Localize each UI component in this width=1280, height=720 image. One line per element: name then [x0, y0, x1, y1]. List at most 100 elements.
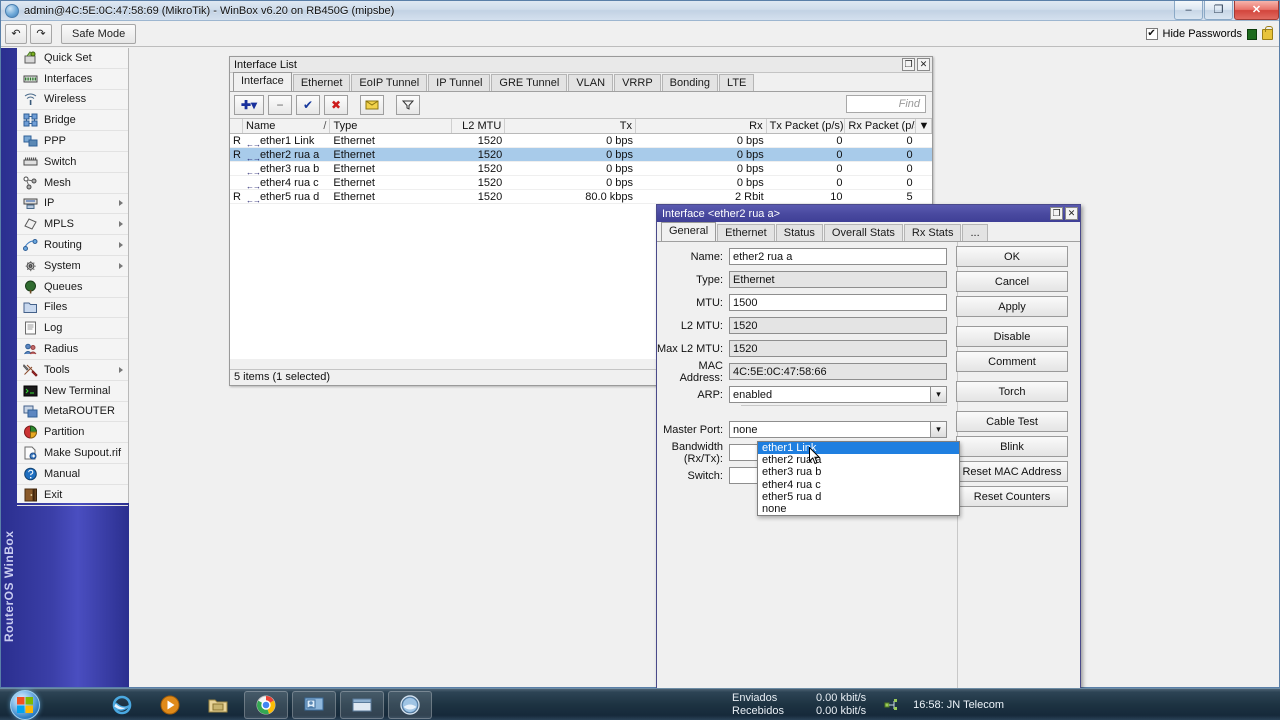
- torch-button[interactable]: Torch: [956, 381, 1068, 402]
- column-header-l2mtu[interactable]: L2 MTU: [452, 119, 506, 133]
- interface-list-tab-interface[interactable]: Interface: [233, 72, 292, 91]
- chevron-down-icon[interactable]: ▾: [931, 421, 947, 438]
- interface-dialog-tab-rx-stats[interactable]: Rx Stats: [903, 224, 962, 241]
- sidebar-item-system[interactable]: System: [17, 256, 128, 277]
- interface-dialog-tab--[interactable]: ...: [962, 224, 988, 241]
- field-input-master-port[interactable]: none: [729, 421, 931, 438]
- ok-button[interactable]: OK: [956, 246, 1068, 267]
- field-input-type[interactable]: Ethernet: [729, 271, 947, 288]
- sidebar-item-metarouter[interactable]: MetaROUTER: [17, 402, 128, 423]
- sidebar-item-make-supout-rif[interactable]: Make Supout.rif: [17, 443, 128, 464]
- sidebar-item-exit[interactable]: Exit: [17, 485, 128, 506]
- sidebar-item-radius[interactable]: Radius: [17, 339, 128, 360]
- taskbar-winbox[interactable]: [388, 690, 432, 719]
- field-input-l2-mtu[interactable]: 1520: [729, 317, 947, 334]
- sidebar-item-switch[interactable]: Switch: [17, 152, 128, 173]
- cable-test-button[interactable]: Cable Test: [956, 411, 1068, 432]
- sidebar-item-interfaces[interactable]: Interfaces: [17, 69, 128, 90]
- table-row[interactable]: Rether5 rua d Ethernet 1520 80.0 kbps 2 Rbit…: [230, 190, 932, 204]
- interface-list-close-button[interactable]: ✕: [917, 58, 930, 71]
- disable-interface-button[interactable]: ✖: [324, 95, 348, 115]
- sidebar-item-wireless[interactable]: Wireless: [17, 90, 128, 111]
- interface-dialog-tab-status[interactable]: Status: [775, 224, 823, 241]
- dropdown-option[interactable]: ether1 Link: [758, 442, 959, 455]
- interface-dialog-tab-ethernet[interactable]: Ethernet: [717, 224, 775, 241]
- reset-mac-address-button[interactable]: Reset MAC Address: [956, 461, 1068, 482]
- interface-list-restore-button[interactable]: ❐: [902, 58, 915, 71]
- column-header-menu[interactable]: ▼: [916, 119, 933, 133]
- close-button[interactable]: ✕: [1234, 1, 1279, 20]
- sidebar-item-ip[interactable]: IP: [17, 194, 128, 215]
- master-port-dropdown-list[interactable]: ether1 Link ether2 rua a ether3 rua b ether…: [757, 441, 960, 517]
- maximize-button[interactable]: ❐: [1204, 1, 1233, 20]
- taskbar-teamviewer[interactable]: [292, 690, 336, 719]
- taskbar-media[interactable]: [148, 691, 192, 719]
- dropdown-option[interactable]: ether3 rua b: [758, 466, 959, 478]
- sidebar-item-ppp[interactable]: PPP: [17, 131, 128, 152]
- field-input-name[interactable]: ether2 rua a: [729, 248, 947, 265]
- column-header-type[interactable]: Type: [330, 119, 453, 133]
- find-input[interactable]: Find: [846, 95, 926, 113]
- blink-button[interactable]: Blink: [956, 436, 1068, 457]
- interface-list-tab-ethernet[interactable]: Ethernet: [292, 74, 351, 91]
- sidebar-item-files[interactable]: Files: [17, 298, 128, 319]
- table-row[interactable]: ether3 rua b Ethernet 1520 0 bps 0 bps 0 0: [230, 162, 932, 176]
- sidebar-item-log[interactable]: Log: [17, 318, 128, 340]
- comment-button[interactable]: Comment: [956, 351, 1068, 372]
- taskbar-explorer[interactable]: [196, 691, 240, 719]
- undo-button[interactable]: ↶: [5, 23, 27, 44]
- sidebar-item-manual[interactable]: Manual: [17, 464, 128, 485]
- field-input-mtu[interactable]: 1500: [729, 294, 947, 311]
- sidebar-item-routing[interactable]: Routing: [17, 235, 128, 256]
- interface-dialog-restore-button[interactable]: ❐: [1050, 207, 1063, 220]
- taskbar-clock[interactable]: 16:58: JN Telecom: [913, 699, 1004, 711]
- add-interface-button[interactable]: ✚▾: [234, 95, 264, 115]
- safe-mode-button[interactable]: Safe Mode: [61, 23, 137, 44]
- hide-passwords-checkbox[interactable]: ✔: [1145, 28, 1158, 40]
- filter-button[interactable]: [396, 95, 420, 115]
- sidebar-item-bridge[interactable]: Bridge: [17, 110, 128, 132]
- enable-interface-button[interactable]: ✔: [296, 95, 320, 115]
- field-input-max-l2-mtu[interactable]: 1520: [729, 340, 947, 357]
- field-input-arp[interactable]: enabled: [729, 386, 931, 403]
- sidebar-item-mpls[interactable]: MPLS: [17, 214, 128, 236]
- column-header-tx[interactable]: Tx: [505, 119, 636, 133]
- interface-dialog-tab-general[interactable]: General: [661, 222, 717, 241]
- dropdown-option[interactable]: ether4 rua c: [758, 479, 959, 491]
- interface-list-tab-vrrp[interactable]: VRRP: [614, 74, 661, 91]
- table-row[interactable]: Rether1 Link Ethernet 1520 0 bps 0 bps 0 0: [230, 134, 932, 148]
- interface-list-tab-gre-tunnel[interactable]: GRE Tunnel: [491, 74, 568, 91]
- table-row[interactable]: Rether2 rua a Ethernet 1520 0 bps 0 bps 0 0: [230, 148, 932, 162]
- sidebar-item-new-terminal[interactable]: New Terminal: [17, 381, 128, 402]
- column-header-txp[interactable]: Tx Packet (p/s): [767, 119, 846, 133]
- tray-network-tool-icon[interactable]: [884, 697, 899, 712]
- dropdown-option[interactable]: ether2 rua a: [758, 454, 959, 466]
- dropdown-option[interactable]: ether5 rua d: [758, 491, 959, 503]
- remove-interface-button[interactable]: −: [268, 95, 292, 115]
- sidebar-item-mesh[interactable]: Mesh: [17, 173, 128, 194]
- sidebar-item-tools[interactable]: Tools: [17, 360, 128, 381]
- redo-button[interactable]: ↷: [30, 23, 52, 44]
- disable-button[interactable]: Disable: [956, 326, 1068, 347]
- taskbar-chrome[interactable]: [244, 690, 288, 719]
- interface-list-tab-ip-tunnel[interactable]: IP Tunnel: [428, 74, 491, 91]
- column-header-rxp[interactable]: Rx Packet (p/s): [845, 119, 916, 133]
- sidebar-item-quick-set[interactable]: Quick Set: [17, 48, 128, 69]
- start-button[interactable]: [2, 689, 48, 720]
- apply-button[interactable]: Apply: [956, 296, 1068, 317]
- comment-button[interactable]: [360, 95, 384, 115]
- taskbar-ie[interactable]: [100, 691, 144, 719]
- sidebar-item-queues[interactable]: Queues: [17, 277, 128, 298]
- column-header-name[interactable]: Name /: [243, 119, 331, 133]
- interface-dialog-close-button[interactable]: ✕: [1065, 207, 1078, 220]
- column-header-flag[interactable]: [230, 119, 244, 133]
- taskbar-notepad[interactable]: [340, 690, 384, 719]
- cancel-button[interactable]: Cancel: [956, 271, 1068, 292]
- dropdown-option[interactable]: none: [758, 503, 959, 515]
- minimize-button[interactable]: –: [1174, 1, 1203, 20]
- field-input-mac-address[interactable]: 4C:5E:0C:47:58:66: [729, 363, 947, 380]
- interface-list-tab-eoip-tunnel[interactable]: EoIP Tunnel: [351, 74, 428, 91]
- column-header-rx[interactable]: Rx: [636, 119, 767, 133]
- reset-counters-button[interactable]: Reset Counters: [956, 486, 1068, 507]
- interface-dialog-tab-overall-stats[interactable]: Overall Stats: [823, 224, 903, 241]
